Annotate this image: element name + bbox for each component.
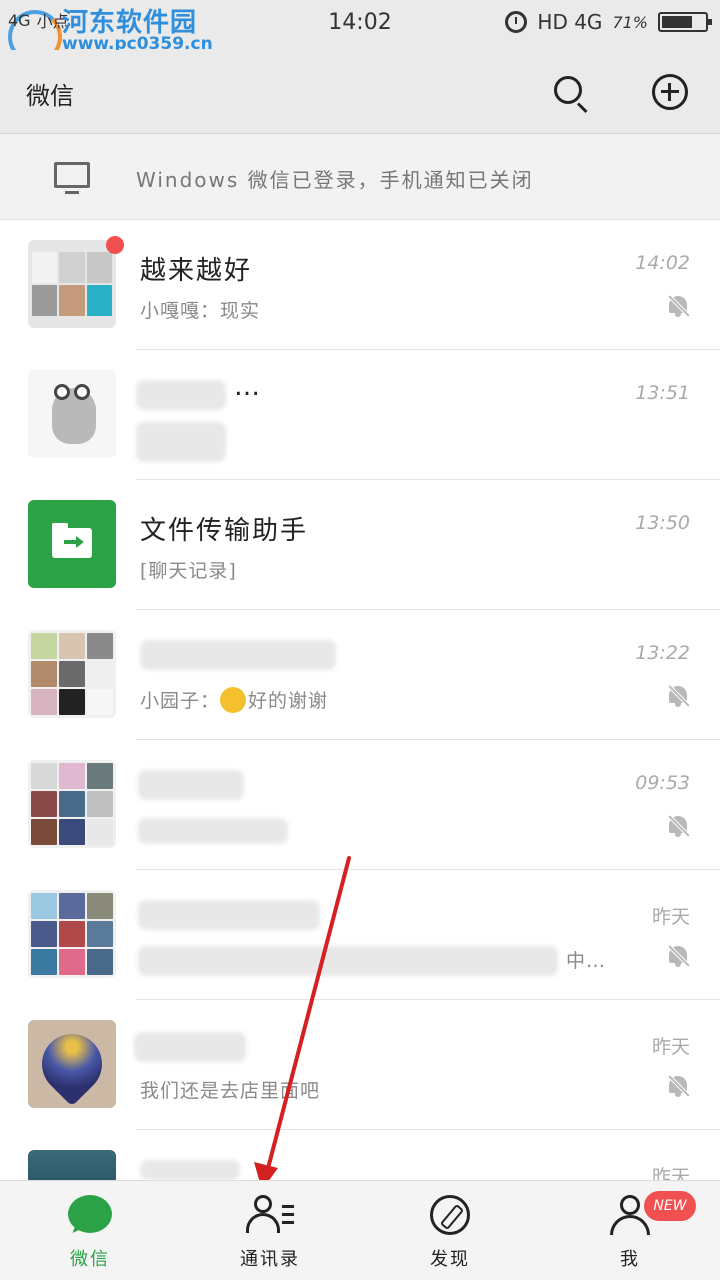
tab-label: 我 xyxy=(620,1249,640,1270)
chat-time: 13:51 xyxy=(635,382,690,404)
mute-bell-icon xyxy=(666,944,690,968)
chat-preview: [聊天记录] xyxy=(140,560,237,582)
group-avatar xyxy=(28,890,116,978)
blurred-preview xyxy=(138,818,288,844)
contacts-icon xyxy=(246,1195,296,1235)
chat-time: 昨天 xyxy=(651,1166,690,1180)
app-header: 微信 xyxy=(0,50,720,134)
status-bar: 4G 小点 河东软件园 www.pc0359.cn 14:02 HD 4G 71… xyxy=(0,0,720,64)
tab-me[interactable]: NEW 我 xyxy=(540,1181,720,1280)
chat-preview-sender: 小园子： xyxy=(140,690,221,712)
chat-item[interactable]: 小园子： 好的谢谢 13:22 xyxy=(0,610,720,740)
chat-item[interactable]: 09:53 xyxy=(0,740,720,870)
blurred-name xyxy=(136,380,226,410)
mute-bell-icon xyxy=(666,684,690,708)
page-title: 微信 xyxy=(26,82,74,110)
tab-label: 发现 xyxy=(430,1249,470,1270)
group-avatar xyxy=(28,1150,116,1180)
new-badge: NEW xyxy=(644,1191,696,1221)
alarm-icon xyxy=(505,11,528,33)
tab-label: 通讯录 xyxy=(240,1249,300,1270)
chat-item[interactable]: … 13:51 xyxy=(0,350,720,480)
group-avatar xyxy=(28,760,116,848)
mute-bell-icon xyxy=(666,814,690,838)
blurred-preview xyxy=(136,422,226,462)
chat-item[interactable]: 文件传输助手 [聊天记录] 13:50 xyxy=(0,480,720,610)
chat-item[interactable]: 中… 昨天 xyxy=(0,870,720,1000)
chat-preview: 小嘎嘎：现实 xyxy=(140,300,261,322)
chat-time: 昨天 xyxy=(651,906,690,928)
heart-art-avatar xyxy=(28,1020,116,1108)
bottom-tab-bar: 微信 通讯录 发现 NEW 我 xyxy=(0,1180,720,1280)
compass-icon xyxy=(430,1195,470,1235)
group-avatar xyxy=(28,240,116,328)
folder-icon xyxy=(52,523,92,558)
chat-bubble-icon xyxy=(68,1195,112,1233)
chat-time: 13:50 xyxy=(635,512,690,534)
chat-time: 09:53 xyxy=(635,772,690,794)
blurred-name xyxy=(138,900,320,930)
tab-label: 微信 xyxy=(70,1249,110,1270)
file-transfer-avatar xyxy=(28,500,116,588)
network-indicator: HD 4G xyxy=(537,10,603,34)
chat-name: 文件传输助手 xyxy=(140,516,309,546)
blurred-name xyxy=(138,770,244,800)
chat-item[interactable]: 昨天 xyxy=(0,1130,720,1180)
chat-name: 越来越好 xyxy=(140,256,253,286)
chat-name: … xyxy=(234,372,262,402)
chat-preview-text: 好的谢谢 xyxy=(248,690,329,712)
owl-avatar xyxy=(28,370,116,458)
tab-chats[interactable]: 微信 xyxy=(0,1181,180,1280)
status-bar-right: HD 4G 71% xyxy=(505,10,712,34)
mute-bell-icon xyxy=(666,294,690,318)
battery-fill xyxy=(662,16,692,28)
blurred-name xyxy=(140,1160,240,1180)
chat-preview: 我们还是去店里面吧 xyxy=(140,1080,321,1102)
chat-time: 13:22 xyxy=(635,642,690,664)
group-avatar xyxy=(28,630,116,718)
notice-text: Windows 微信已登录，手机通知已关闭 xyxy=(136,168,534,192)
windows-login-notice[interactable]: Windows 微信已登录，手机通知已关闭 xyxy=(0,134,720,220)
chat-list[interactable]: 越来越好 小嘎嘎：现实 14:02 … 13:51 文件传输助手 [聊天记录] … xyxy=(0,220,720,1180)
chat-time: 14:02 xyxy=(635,252,690,274)
tab-discover[interactable]: 发现 xyxy=(360,1181,540,1280)
plus-circle-icon[interactable] xyxy=(650,72,690,112)
chat-preview: 小园子： 好的谢谢 xyxy=(140,686,328,713)
chat-time: 昨天 xyxy=(651,1036,690,1058)
unread-dot xyxy=(106,236,124,254)
chat-item[interactable]: 越来越好 小嘎嘎：现实 14:02 xyxy=(0,220,720,350)
chat-preview: 中… xyxy=(566,950,607,972)
blurred-name xyxy=(134,1032,246,1062)
chat-item[interactable]: 我们还是去店里面吧 昨天 xyxy=(0,1000,720,1130)
battery-percent: 71% xyxy=(612,12,648,32)
battery-icon xyxy=(658,12,712,32)
grin-emoji-icon xyxy=(220,687,247,713)
blurred-preview xyxy=(138,946,558,976)
search-icon[interactable] xyxy=(550,72,590,114)
mute-bell-icon xyxy=(666,1074,690,1098)
tab-contacts[interactable]: 通讯录 xyxy=(180,1181,360,1280)
monitor-icon xyxy=(54,162,90,194)
blurred-name xyxy=(140,640,336,670)
